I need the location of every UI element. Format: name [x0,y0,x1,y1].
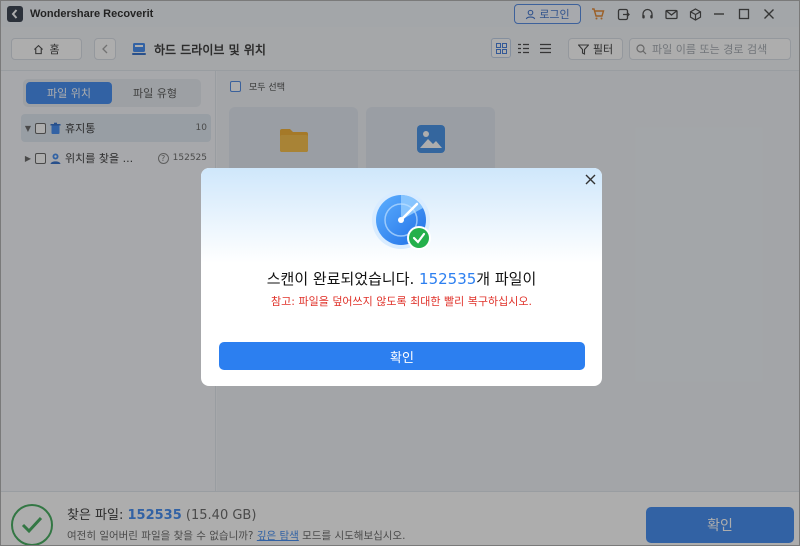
dialog-warning-note: 참고: 파일을 덮어쓰지 않도록 최대한 빨리 복구하십시오. [271,295,532,308]
dialog-close-icon[interactable] [583,172,597,186]
dialog-confirm-button[interactable]: 확인 [219,342,585,370]
scan-complete-icon [372,191,431,250]
heading-prefix: 스캔이 완료되었습니다. [266,270,420,288]
dialog-heading: 스캔이 완료되었습니다. 152535개 파일이 [201,268,602,289]
heading-count: 152535 [419,270,477,288]
heading-suffix: 개 파일이 [476,270,537,288]
app-window: Wondershare Recoverit 로그인 홈 하드 드라이브 및 위치… [0,0,800,546]
scan-complete-dialog: 스캔이 완료되었습니다. 152535개 파일이 참고: 파일을 덮어쓰지 않도… [201,168,602,386]
